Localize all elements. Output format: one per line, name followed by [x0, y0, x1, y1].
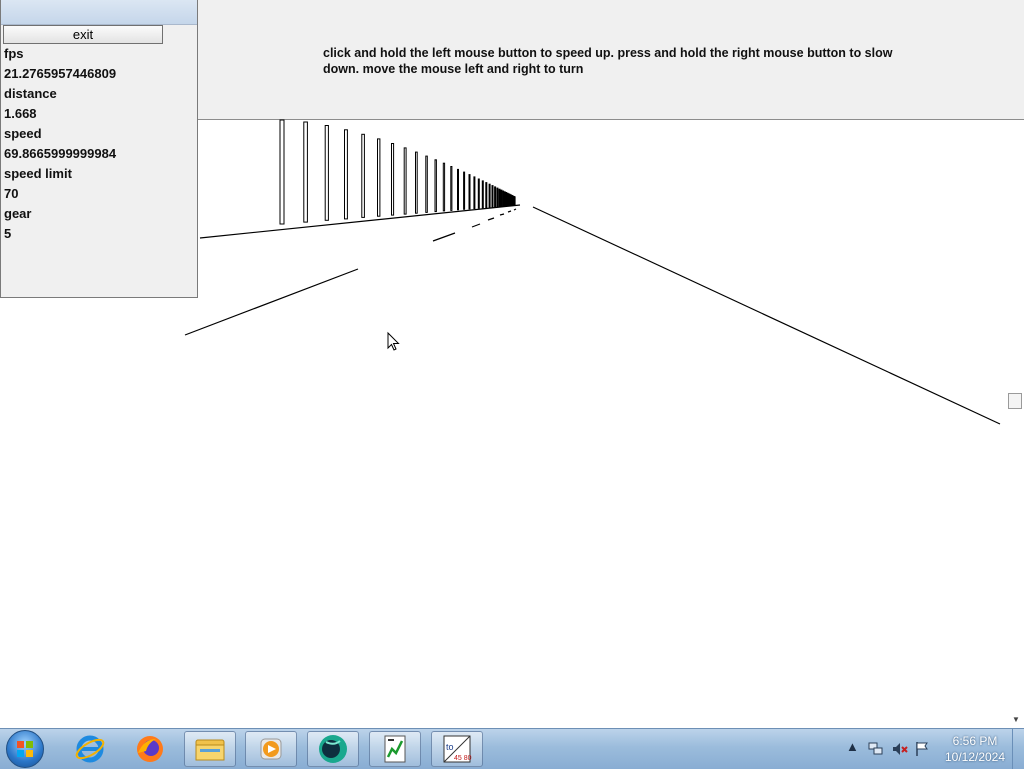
- lane-dash: [471, 223, 481, 228]
- roadside-post: [377, 138, 381, 217]
- scroll-down-arrow-icon[interactable]: ▼: [1010, 714, 1022, 726]
- show-desktop-button[interactable]: [1012, 729, 1024, 769]
- roadside-post: [344, 129, 348, 220]
- roadside-post: [303, 121, 308, 223]
- show-hidden-icons-arrow-icon[interactable]: ▲: [846, 739, 859, 754]
- exit-button[interactable]: exit: [3, 25, 163, 44]
- panel-caption-bar: [1, 0, 197, 25]
- speed-app-icon[interactable]: to 45 80: [431, 731, 483, 767]
- roadside-post: [279, 119, 285, 225]
- roadside-post: [324, 125, 329, 221]
- roadside-post: [481, 180, 484, 209]
- fps-value: 21.2765957446809: [4, 66, 117, 81]
- start-button-icon[interactable]: [6, 730, 44, 768]
- clock-time[interactable]: 6:56 PM: [940, 734, 1010, 748]
- network-icon[interactable]: [868, 741, 884, 757]
- gear-value: 5: [4, 226, 12, 241]
- speed-limit-value: 70: [4, 186, 19, 201]
- roadside-post: [391, 143, 395, 216]
- roadside-post: [491, 185, 494, 208]
- info-panel: exit fps 21.2765957446809 distance 1.668…: [0, 0, 198, 298]
- roadside-post: [473, 176, 476, 209]
- speed-value: 69.8665999999984: [4, 146, 117, 161]
- volume-muted-icon[interactable]: [892, 741, 908, 757]
- roadside-post: [498, 188, 501, 208]
- system-tray: ▲ 6:56 PM 10/12/2024: [842, 729, 1024, 769]
- lane-dash: [487, 217, 495, 221]
- clock-date[interactable]: 10/12/2024: [940, 750, 1010, 764]
- roadside-post: [361, 133, 365, 218]
- roadside-post: [477, 178, 480, 209]
- roadside-post: [457, 168, 459, 211]
- roadside-posts: [279, 119, 516, 225]
- lane-dash: [432, 232, 456, 242]
- roadside-post: [513, 196, 516, 206]
- lane-dash: [499, 213, 505, 216]
- mouse-cursor-icon: [387, 331, 400, 351]
- road-left-edge: [199, 204, 521, 239]
- roadside-post: [450, 166, 453, 211]
- roadside-post: [425, 155, 428, 213]
- globe-app-icon[interactable]: [307, 731, 359, 767]
- roadside-post: [488, 183, 491, 208]
- taskbar: to 45 80 ▲ 6:56 PM 10/12/2024: [0, 728, 1024, 769]
- roadside-post: [434, 159, 437, 213]
- speed-label: speed: [4, 126, 42, 141]
- lane-dash: [184, 268, 359, 336]
- speed-limit-label: speed limit: [4, 166, 72, 181]
- roadside-post: [494, 186, 497, 208]
- roadside-post: [463, 171, 466, 210]
- scrollbar-thumb[interactable]: [1008, 393, 1022, 409]
- notepad-chart-icon[interactable]: [369, 731, 421, 767]
- internet-explorer-icon[interactable]: [64, 731, 116, 767]
- distance-value: 1.668: [4, 106, 37, 121]
- lane-dash: [507, 210, 512, 213]
- roadside-post: [500, 189, 503, 207]
- gear-label: gear: [4, 206, 32, 221]
- file-explorer-icon[interactable]: [184, 731, 236, 767]
- roadside-post: [403, 147, 407, 215]
- lane-dash: [513, 208, 517, 211]
- roadside-post: [442, 162, 446, 212]
- roadside-post: [502, 190, 505, 207]
- roadside-post: [485, 182, 488, 209]
- svg-text:45 80: 45 80: [454, 755, 472, 762]
- firefox-icon[interactable]: [124, 731, 176, 767]
- roadside-post: [496, 187, 499, 208]
- fps-label: fps: [4, 46, 24, 61]
- roadside-post: [468, 174, 471, 210]
- road-right-edge: [532, 206, 1001, 425]
- distance-label: distance: [4, 86, 57, 101]
- action-center-flag-icon[interactable]: [914, 741, 930, 757]
- svg-text:to: to: [446, 742, 454, 752]
- media-player-icon[interactable]: [245, 731, 297, 767]
- roadside-post: [415, 151, 418, 214]
